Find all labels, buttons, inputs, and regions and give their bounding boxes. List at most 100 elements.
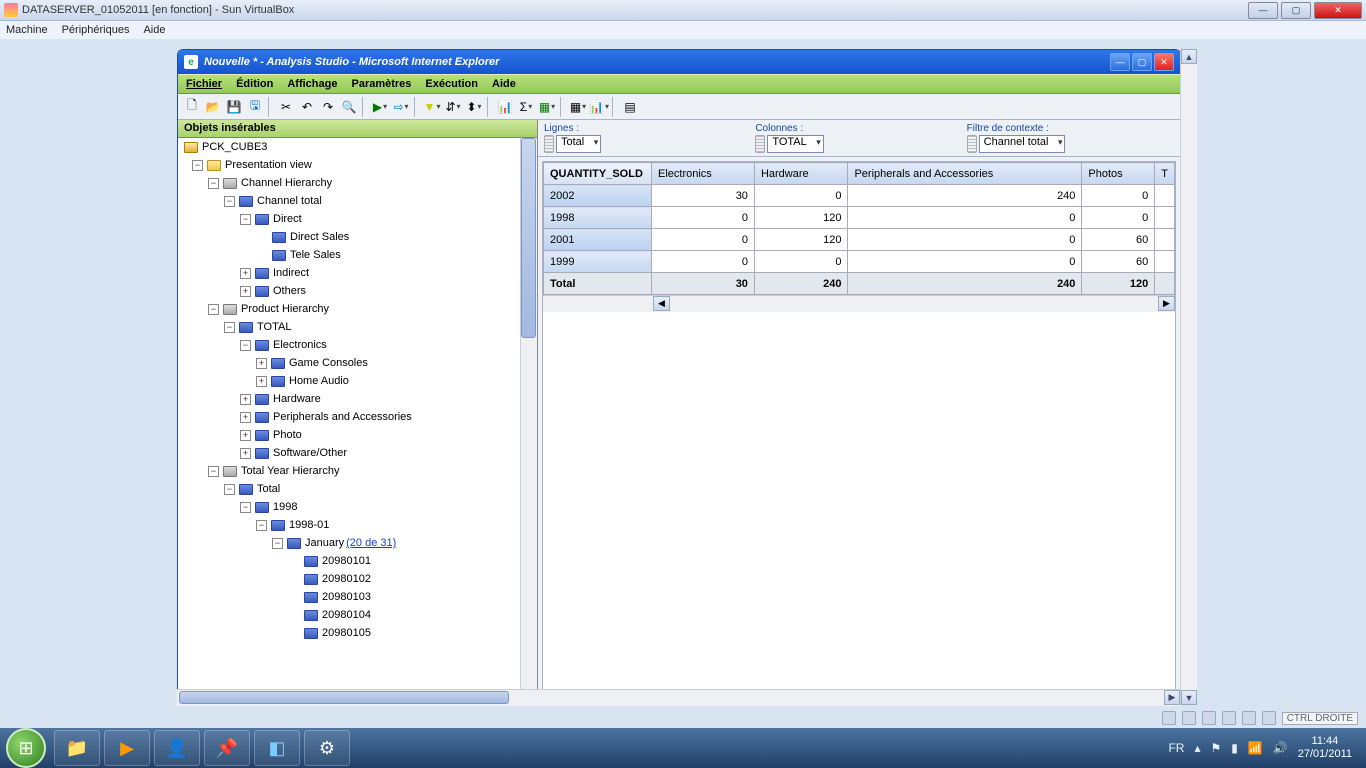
tray-flag-icon[interactable]: ⚑ (1210, 741, 1221, 755)
vbox-disk-icon[interactable] (1162, 711, 1176, 725)
grid-corner[interactable]: QUANTITY_SOLD (544, 163, 652, 185)
tree-game-consoles[interactable]: Game Consoles (289, 357, 368, 369)
menu-edit[interactable]: Édition (236, 78, 273, 90)
tray-signal-icon[interactable]: 📶 (1248, 741, 1263, 755)
cut-icon[interactable]: ✂ (276, 97, 296, 117)
chart-icon[interactable]: 📊▾ (589, 97, 609, 117)
col-header[interactable]: Electronics (652, 163, 755, 185)
vbox-mouse-icon[interactable] (1262, 711, 1276, 725)
tree-january[interactable]: January (305, 537, 344, 549)
table-row[interactable]: 2001 0 120 0 60 (544, 229, 1175, 251)
expander-icon[interactable]: − (224, 322, 235, 333)
tray-lang[interactable]: FR (1168, 741, 1184, 755)
cell-clipped[interactable] (1155, 185, 1175, 207)
row-header[interactable]: 1999 (544, 251, 652, 273)
run-icon[interactable]: ▶▾ (370, 97, 390, 117)
scroll-right-icon[interactable]: ▶ (1158, 296, 1175, 311)
cell[interactable]: 0 (754, 251, 848, 273)
rows-select[interactable]: Total (556, 135, 601, 153)
expander-icon[interactable]: − (240, 502, 251, 513)
filter-icon[interactable]: ▼▾ (422, 97, 442, 117)
cell[interactable]: 0 (1082, 185, 1155, 207)
tree-home-audio[interactable]: Home Audio (289, 375, 349, 387)
expander-icon[interactable]: − (192, 160, 203, 171)
cell[interactable]: 0 (652, 251, 755, 273)
cell[interactable]: 120 (754, 207, 848, 229)
expander-icon[interactable]: − (208, 304, 219, 315)
expander-icon[interactable]: − (240, 340, 251, 351)
cell[interactable]: 0 (1082, 207, 1155, 229)
save-icon[interactable]: 💾 (224, 97, 244, 117)
sort-icon[interactable]: ⬍▾ (464, 97, 484, 117)
calc-icon[interactable]: ▦▾ (537, 97, 557, 117)
grip-icon[interactable] (967, 135, 977, 153)
context-dropzone[interactable]: Filtre de contexte : Channel total (967, 123, 1174, 153)
cell[interactable]: 120 (754, 229, 848, 251)
expander-icon[interactable]: − (208, 466, 219, 477)
cell-clipped[interactable] (1155, 251, 1175, 273)
tray-network-icon[interactable]: ▮ (1231, 741, 1238, 755)
task-settings[interactable]: ⚙ (304, 730, 350, 766)
total-row[interactable]: Total 30 240 240 120 (544, 273, 1175, 295)
cell[interactable]: 0 (652, 229, 755, 251)
task-mediaplayer[interactable]: ▶ (104, 730, 150, 766)
tray-clock[interactable]: 11:44 27/01/2011 (1298, 735, 1352, 761)
total-cell[interactable]: 240 (848, 273, 1082, 295)
scrollbar-thumb[interactable] (179, 691, 509, 704)
cell[interactable]: 0 (848, 229, 1082, 251)
vbox-cd-icon[interactable] (1182, 711, 1196, 725)
doc-vscrollbar[interactable]: ▲ ▼ (1180, 49, 1197, 705)
tree-indirect[interactable]: Indirect (273, 267, 309, 279)
crosstab-icon[interactable]: ▦▾ (568, 97, 588, 117)
cell-clipped[interactable] (1155, 229, 1175, 251)
grip-icon[interactable] (544, 135, 554, 153)
expander-icon[interactable]: − (224, 484, 235, 495)
start-button[interactable] (6, 728, 46, 768)
ie-titlebar[interactable]: e Nouvelle * - Analysis Studio - Microso… (178, 50, 1180, 74)
expander-icon[interactable]: − (224, 196, 235, 207)
table-row[interactable]: 1998 0 120 0 0 (544, 207, 1175, 229)
minimize-button[interactable]: — (1248, 2, 1278, 19)
expander-icon[interactable]: + (240, 268, 251, 279)
menu-exec[interactable]: Exécution (425, 78, 478, 90)
tray-up-icon[interactable]: ▴ (1194, 741, 1200, 755)
menu-peripherals[interactable]: Périphériques (62, 24, 130, 36)
task-pin[interactable]: 📌 (204, 730, 250, 766)
tree-total[interactable]: TOTAL (257, 321, 291, 333)
cell[interactable]: 0 (848, 207, 1082, 229)
tree-channel-total[interactable]: Channel total (257, 195, 322, 207)
total-row-header[interactable]: Total (544, 273, 652, 295)
row-header[interactable]: 2001 (544, 229, 652, 251)
sigma-icon[interactable]: 📊 (495, 97, 515, 117)
columns-select[interactable]: TOTAL (767, 135, 823, 153)
scroll-down-icon[interactable]: ▼ (1181, 690, 1197, 705)
tree-day[interactable]: 20980105 (322, 627, 371, 639)
menu-machine[interactable]: Machine (6, 24, 48, 36)
save-as-icon[interactable]: 🖫 (245, 97, 265, 117)
goto-icon[interactable]: ⇨▾ (391, 97, 411, 117)
rows-dropzone[interactable]: Lignes : Total (544, 123, 751, 153)
expander-icon[interactable]: − (240, 214, 251, 225)
vbox-shared-icon[interactable] (1242, 711, 1256, 725)
expander-icon[interactable]: − (256, 520, 267, 531)
doc-hscrollbar[interactable]: ▶ (177, 689, 1180, 706)
context-select[interactable]: Channel total (979, 135, 1066, 153)
row-header[interactable]: 1998 (544, 207, 652, 229)
tree-year-hier[interactable]: Total Year Hierarchy (241, 465, 339, 477)
cell[interactable]: 240 (848, 185, 1082, 207)
tree-hardware[interactable]: Hardware (273, 393, 321, 405)
menu-help[interactable]: Aide (492, 78, 516, 90)
undo-icon[interactable]: ↶ (297, 97, 317, 117)
cell[interactable]: 0 (754, 185, 848, 207)
tree-day[interactable]: 20980102 (322, 573, 371, 585)
tree-day[interactable]: 20980103 (322, 591, 371, 603)
tree-january-more[interactable]: (20 de 31) (346, 537, 396, 549)
tree-others[interactable]: Others (273, 285, 306, 297)
tray-volume-icon[interactable]: 🔊 (1273, 741, 1288, 755)
scroll-left-icon[interactable]: ◀ (653, 296, 670, 311)
tree-periph[interactable]: Peripherals and Accessories (273, 411, 412, 423)
redo-icon[interactable]: ↷ (318, 97, 338, 117)
tree-software[interactable]: Software/Other (273, 447, 347, 459)
expander-icon[interactable]: + (240, 412, 251, 423)
expander-icon[interactable]: + (256, 376, 267, 387)
